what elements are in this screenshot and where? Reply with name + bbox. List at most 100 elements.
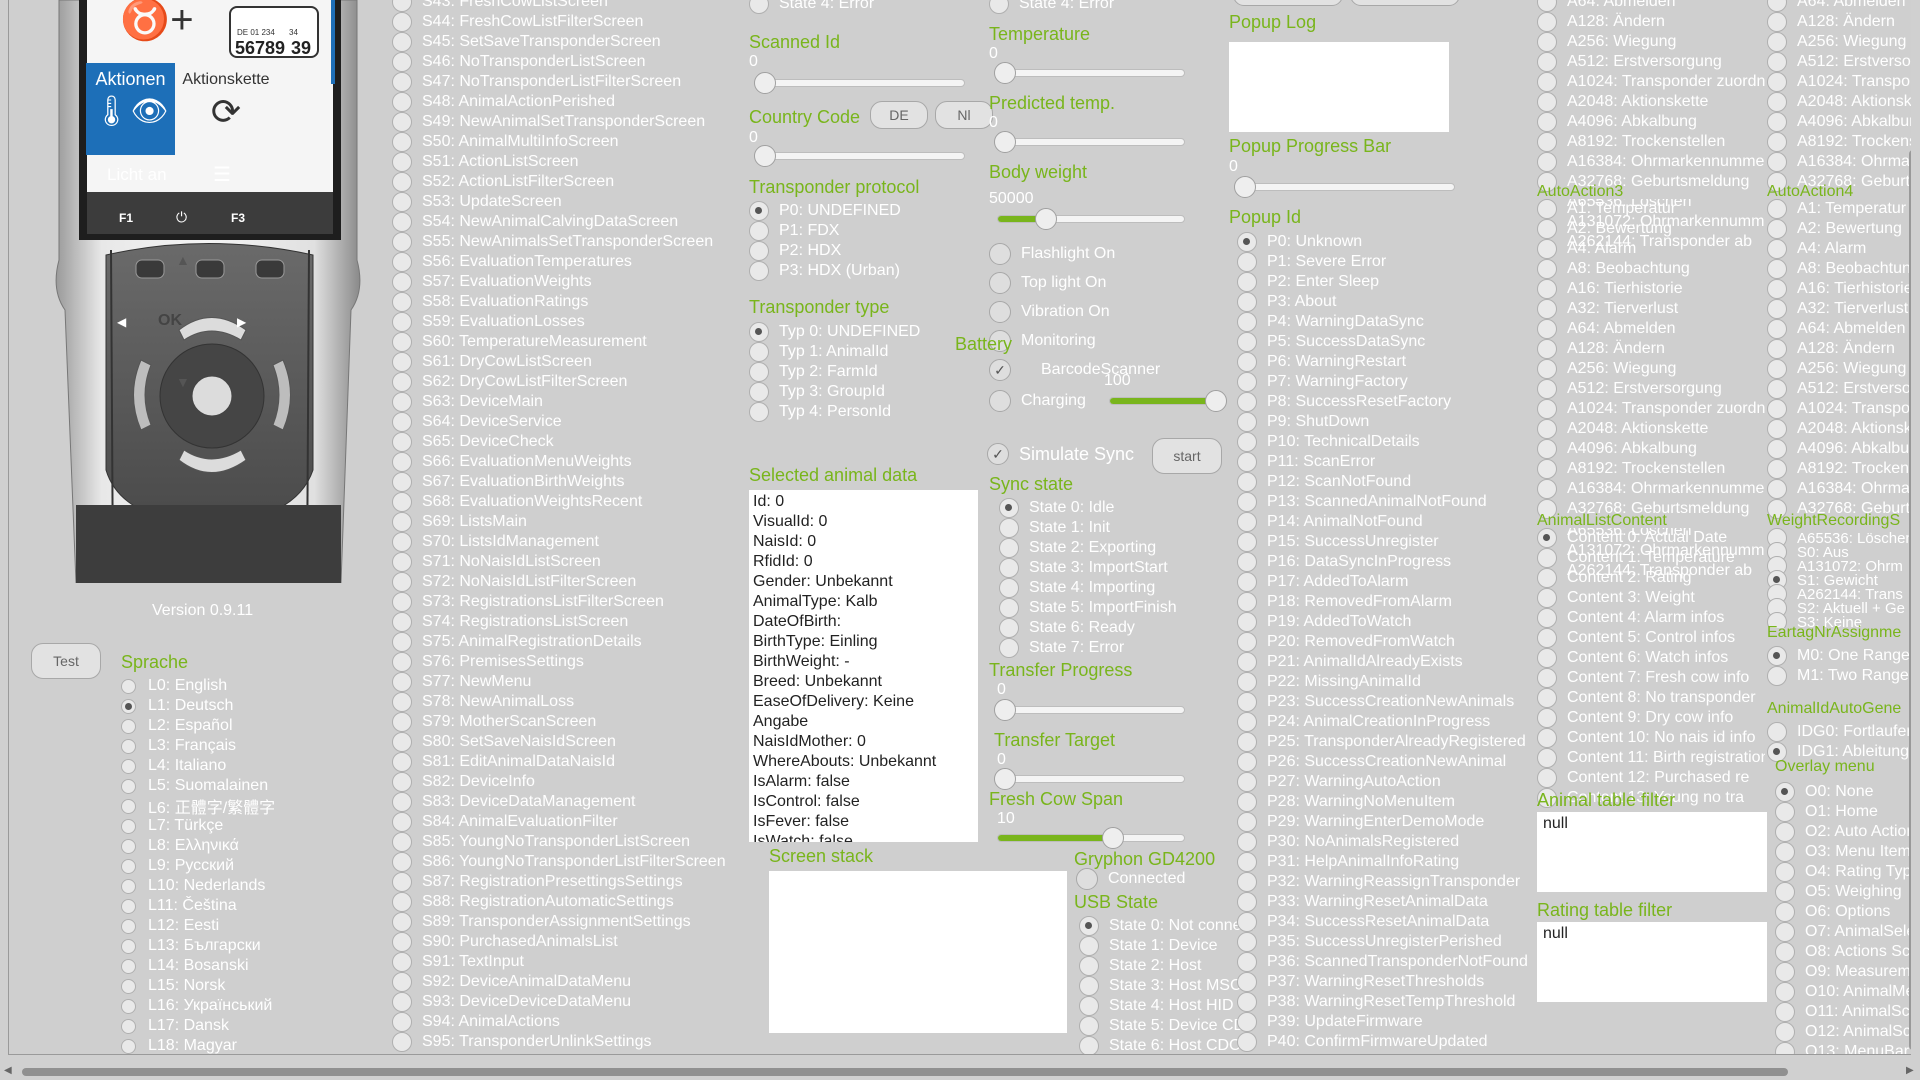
radio-option[interactable]: M1: Two Range: [1767, 666, 1909, 686]
radio-option[interactable]: Typ 1: AnimalId: [749, 342, 888, 362]
radio-option[interactable]: S86: YoungNoTransponderListFilterScreen: [392, 852, 726, 872]
radio-button[interactable]: [392, 752, 412, 772]
radio-button[interactable]: [392, 892, 412, 912]
scroll-right-arrow[interactable]: ▶: [1906, 1065, 1914, 1076]
radio-button[interactable]: [1237, 752, 1257, 772]
slider-knob[interactable]: [1205, 390, 1227, 412]
radio-button[interactable]: [1767, 339, 1787, 359]
radio-option[interactable]: P15: SuccessUnregister: [1237, 532, 1439, 552]
radio-option[interactable]: P24: AnimalCreationInProgress: [1237, 712, 1490, 732]
radio-option[interactable]: Content 8: No transponder: [1537, 688, 1756, 708]
radio-option[interactable]: A256: Wiegung: [1537, 359, 1676, 379]
radio-option[interactable]: L6: 正體字/繁體字: [121, 796, 275, 817]
radio-button[interactable]: [1537, 399, 1557, 419]
radio-button[interactable]: [1237, 692, 1257, 712]
radio-option[interactable]: P37: WarningResetThresholds: [1237, 972, 1484, 992]
radio-button[interactable]: [1767, 199, 1787, 219]
radio-option[interactable]: P36: ScannedTransponderNotFound: [1237, 952, 1527, 972]
radio-option[interactable]: Typ 4: PersonId: [749, 402, 891, 422]
radio-button[interactable]: [1767, 319, 1787, 339]
radio-button[interactable]: [999, 578, 1019, 598]
radio-button[interactable]: [121, 938, 136, 954]
rating-filter-box[interactable]: null: [1537, 922, 1767, 1002]
radio-option[interactable]: S65: DeviceCheck: [392, 432, 554, 452]
radio-button[interactable]: [392, 212, 412, 232]
radio-option[interactable]: S95: TransponderUnlinkSettings: [392, 1032, 651, 1052]
radio-option[interactable]: P1: FDX: [749, 221, 839, 241]
radio-button[interactable]: [392, 12, 412, 32]
radio-option[interactable]: O4: Rating Type: [1775, 862, 1911, 882]
radio-option[interactable]: A2048: Aktionskette: [1767, 92, 1911, 112]
radio-option[interactable]: P29: WarningEnterDemoMode: [1237, 812, 1484, 832]
radio-option[interactable]: L16: Український: [121, 996, 272, 1016]
radio-button[interactable]: [392, 172, 412, 192]
radio-button[interactable]: [999, 598, 1019, 618]
radio-button[interactable]: [392, 52, 412, 72]
radio-button[interactable]: [1767, 399, 1787, 419]
radio-button[interactable]: [1237, 412, 1257, 432]
radio-option[interactable]: S93: DeviceDeviceDataMenu: [392, 992, 631, 1012]
radio-button[interactable]: [121, 1038, 136, 1054]
radio-button[interactable]: [1537, 0, 1557, 12]
radio-button[interactable]: [1537, 708, 1557, 728]
radio-button[interactable]: [121, 998, 136, 1014]
radio-option[interactable]: L7: Türkçe: [121, 816, 223, 836]
radio-button[interactable]: [1237, 872, 1257, 892]
radio-option[interactable]: P32: WarningReassignTransponder: [1237, 872, 1520, 892]
radio-option[interactable]: S94: AnimalActions: [392, 1012, 560, 1032]
radio-option[interactable]: S66: EvaluationMenuWeights: [392, 452, 632, 472]
radio-option[interactable]: S58: EvaluationRatings: [392, 292, 588, 312]
radio-button[interactable]: [1537, 548, 1557, 568]
animal-filter-box[interactable]: null: [1537, 812, 1767, 892]
radio-button[interactable]: [1767, 219, 1787, 239]
radio-button[interactable]: [392, 472, 412, 492]
radio-button[interactable]: [1237, 732, 1257, 752]
radio-option[interactable]: O5: Weighing: [1775, 882, 1902, 902]
radio-button[interactable]: [392, 352, 412, 372]
radio-option[interactable]: L5: Suomalainen: [121, 776, 268, 796]
radio-option[interactable]: P5: SuccessDataSync: [1237, 332, 1425, 352]
radio-option[interactable]: S55: NewAnimalsSetTransponderScreen: [392, 232, 713, 252]
radio-button[interactable]: [1775, 802, 1795, 822]
radio-option[interactable]: S53: UpdateScreen: [392, 192, 562, 212]
radio-option[interactable]: State 4: Host HID: [1079, 996, 1234, 1016]
radio-button[interactable]: [1537, 72, 1557, 92]
radio-button[interactable]: [121, 918, 136, 934]
radio-button[interactable]: [1537, 259, 1557, 279]
radio-option[interactable]: O0: None: [1775, 782, 1873, 802]
radio-button[interactable]: [121, 1018, 136, 1034]
radio-option[interactable]: S60: TemperatureMeasurement: [392, 332, 647, 352]
radio-option[interactable]: Content 4: Alarm infos: [1537, 608, 1724, 628]
radio-option[interactable]: State 6: Host CDC: [1079, 1036, 1241, 1054]
radio-option[interactable]: P4: WarningDataSync: [1237, 312, 1424, 332]
radio-button[interactable]: [1537, 768, 1557, 788]
radio-option[interactable]: S80: SetSaveNaisIdScreen: [392, 732, 616, 752]
radio-button[interactable]: [1537, 112, 1557, 132]
radio-option[interactable]: S76: PremisesSettings: [392, 652, 584, 672]
radio-option[interactable]: Content 7: Fresh cow info: [1537, 668, 1749, 688]
popup-progress-slider[interactable]: [1234, 176, 1455, 198]
radio-option[interactable]: P31: HelpAnimalInfoRating: [1237, 852, 1459, 872]
radio-button[interactable]: [999, 638, 1019, 658]
radio-option[interactable]: A8192: Trockenstellen: [1537, 132, 1725, 152]
radio-button[interactable]: [392, 32, 412, 52]
radio-option[interactable]: S74: RegistrationsListScreen: [392, 612, 628, 632]
radio-button[interactable]: [1767, 0, 1787, 12]
radio-button[interactable]: [392, 732, 412, 752]
radio-option[interactable]: S87: RegistrationPresettingsSettings: [392, 872, 683, 892]
radio-button[interactable]: [392, 512, 412, 532]
check-icon[interactable]: ✓: [989, 359, 1011, 381]
radio-button[interactable]: [121, 798, 136, 814]
radio-button[interactable]: [1237, 952, 1257, 972]
radio-button[interactable]: [121, 838, 136, 854]
radio-option[interactable]: State 2: Exporting: [999, 538, 1156, 558]
radio-button[interactable]: [1237, 472, 1257, 492]
radio-button[interactable]: [1237, 812, 1257, 832]
radio-button[interactable]: [1775, 882, 1795, 902]
radio-option[interactable]: L0: English: [121, 676, 227, 696]
radio-option[interactable]: O13: MenuBar: [1775, 1042, 1909, 1054]
radio-button[interactable]: [392, 572, 412, 592]
radio-button[interactable]: [1237, 512, 1257, 532]
radio-button[interactable]: [392, 412, 412, 432]
radio-option[interactable]: L17: Dansk: [121, 1016, 229, 1036]
